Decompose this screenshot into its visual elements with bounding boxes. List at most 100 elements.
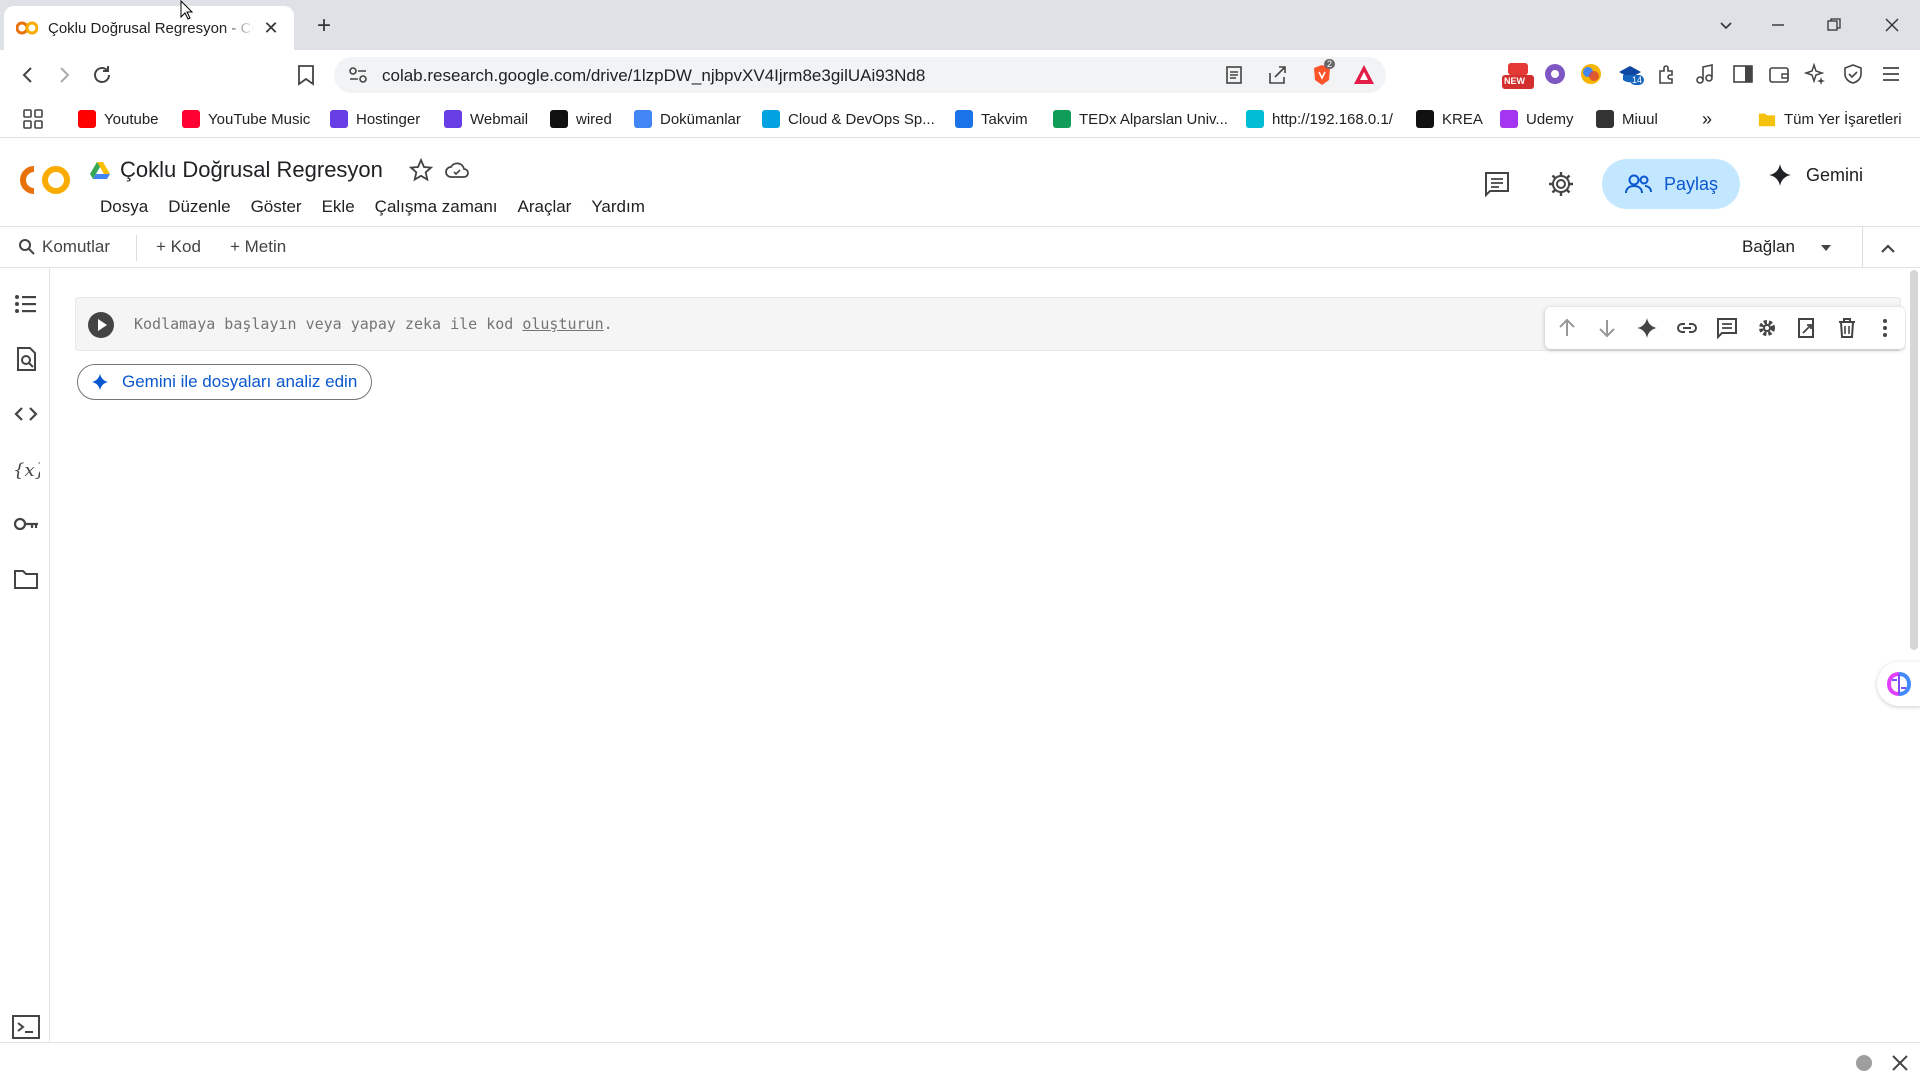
table-of-contents-icon[interactable] — [12, 290, 40, 318]
add-text-button[interactable]: + Metin — [230, 237, 286, 257]
colab-logo-icon[interactable] — [18, 163, 72, 197]
extension-graduation-icon[interactable]: 14 — [1618, 63, 1645, 89]
menu-edit[interactable]: Düzenle — [158, 195, 240, 219]
move-down-icon[interactable] — [1595, 316, 1619, 340]
apps-grid-icon[interactable] — [22, 108, 44, 130]
browser-menu-icon[interactable] — [1880, 63, 1906, 89]
new-tab-button[interactable]: + — [310, 12, 338, 40]
connect-button[interactable]: Bağlan — [1742, 237, 1795, 257]
close-icon[interactable] — [1890, 1053, 1910, 1073]
bookmark-item[interactable]: Hostinger — [330, 108, 420, 130]
menu-tools[interactable]: Araçlar — [508, 195, 582, 219]
chevron-down-icon[interactable] — [1818, 240, 1834, 256]
bookmark-page-icon[interactable] — [292, 61, 320, 89]
menu-insert[interactable]: Ekle — [312, 195, 365, 219]
floating-extension-button[interactable] — [1877, 662, 1920, 706]
leo-ai-icon[interactable] — [1804, 63, 1830, 89]
gemini-button[interactable]: Gemini — [1768, 163, 1863, 187]
generate-code-link[interactable]: oluşturun — [522, 315, 603, 333]
extension-purple-icon[interactable] — [1544, 63, 1570, 89]
bookmark-favicon-icon — [1246, 110, 1264, 128]
find-replace-icon[interactable] — [12, 345, 40, 373]
gemini-label: Gemini — [1806, 164, 1864, 185]
reader-mode-icon[interactable] — [1224, 65, 1244, 85]
google-drive-icon[interactable] — [90, 161, 110, 179]
gemini-sparkle-icon[interactable] — [1635, 316, 1659, 340]
files-folder-icon[interactable] — [12, 565, 40, 593]
notebook-title[interactable]: Çoklu Doğrusal Regresyon — [120, 157, 383, 183]
share-button[interactable]: Paylaş — [1602, 159, 1740, 209]
back-icon[interactable] — [14, 61, 42, 89]
bookmark-item[interactable]: TEDx Alparslan Univ... — [1053, 108, 1228, 130]
gemini-analyze-files-button[interactable]: Gemini ile dosyaları analiz edin — [77, 364, 373, 400]
tab-search-icon[interactable] — [1706, 10, 1746, 40]
brave-shields-icon[interactable]: 2 — [1310, 59, 1336, 87]
scrollbar-thumb[interactable] — [1910, 270, 1918, 650]
share-page-icon[interactable] — [1266, 65, 1288, 85]
sidebar-toggle-icon[interactable] — [1732, 63, 1758, 89]
extensions-puzzle-icon[interactable] — [1656, 63, 1682, 89]
bookmark-item[interactable]: Miuul — [1596, 108, 1658, 130]
extension-color-icon[interactable] — [1580, 63, 1606, 89]
terminal-icon[interactable] — [12, 1015, 40, 1039]
menu-help[interactable]: Yardım — [581, 195, 655, 219]
comment-icon[interactable] — [1715, 316, 1739, 340]
bookmark-item[interactable]: Cloud & DevOps Sp... — [762, 108, 935, 130]
close-tab-icon[interactable]: ✕ — [260, 17, 282, 39]
commands-button[interactable]: Komutlar — [18, 237, 110, 257]
menu-runtime[interactable]: Çalışma zamanı — [365, 195, 508, 219]
bookmark-favicon-icon — [1596, 110, 1614, 128]
site-settings-icon[interactable] — [348, 66, 368, 84]
close-window-button[interactable] — [1872, 10, 1912, 40]
reload-icon[interactable] — [88, 61, 116, 89]
bookmark-item[interactable]: http://192.168.0.1/ — [1246, 108, 1393, 130]
bookmark-item[interactable]: Webmail — [444, 108, 528, 130]
secrets-key-icon[interactable] — [12, 510, 40, 538]
code-cell[interactable]: Kodlamaya başlayın veya yapay zeka ile k… — [75, 297, 1905, 351]
chevron-up-icon[interactable] — [1876, 237, 1900, 261]
vertical-scrollbar[interactable] — [1906, 268, 1920, 1042]
menu-view[interactable]: Göster — [241, 195, 312, 219]
bookmark-label: TEDx Alparslan Univ... — [1079, 110, 1228, 128]
gear-icon[interactable] — [1755, 316, 1779, 340]
comments-icon[interactable] — [1482, 169, 1512, 199]
run-cell-button[interactable] — [88, 312, 114, 338]
variables-icon[interactable]: {x} — [12, 455, 40, 483]
bookmark-item[interactable]: Udemy — [1500, 108, 1574, 130]
move-up-icon[interactable] — [1555, 316, 1579, 340]
bookmarks-overflow-button[interactable]: » — [1702, 108, 1712, 130]
extension-new-icon[interactable]: NEW — [1502, 63, 1534, 89]
gear-icon[interactable] — [1546, 169, 1576, 199]
runtime-status-indicator[interactable] — [1856, 1055, 1872, 1071]
bookmark-favicon-icon — [762, 110, 780, 128]
all-bookmarks-folder[interactable]: Tüm Yer İşaretleri — [1758, 108, 1902, 130]
mirror-cell-icon[interactable] — [1795, 316, 1819, 340]
browser-tab[interactable]: Çoklu Doğrusal Regresyon - Colab ✕ — [4, 6, 294, 50]
minimize-button[interactable] — [1758, 10, 1798, 40]
bookmark-item[interactable]: wired — [550, 108, 612, 130]
bookmark-item[interactable]: Youtube — [78, 108, 159, 130]
bookmark-item[interactable]: YouTube Music — [182, 108, 310, 130]
media-controls-icon[interactable] — [1694, 63, 1720, 89]
menu-file[interactable]: Dosya — [90, 195, 158, 219]
brave-rewards-icon[interactable] — [1352, 63, 1376, 87]
delete-icon[interactable] — [1835, 316, 1859, 340]
more-vert-icon[interactable] — [1873, 316, 1897, 340]
code-snippets-icon[interactable] — [12, 400, 40, 428]
add-code-button[interactable]: + Kod — [156, 237, 201, 257]
bookmark-label: http://192.168.0.1/ — [1272, 110, 1393, 128]
link-icon[interactable] — [1675, 316, 1699, 340]
forward-icon[interactable] — [50, 61, 78, 89]
bookmark-item[interactable]: Takvim — [955, 108, 1028, 130]
star-icon[interactable] — [408, 157, 434, 183]
share-label: Paylaş — [1663, 173, 1719, 194]
restore-button[interactable] — [1814, 10, 1854, 40]
colab-header: Çoklu Doğrusal Regresyon Dosya Düzenle G… — [0, 139, 1920, 225]
cloud-saved-icon[interactable] — [444, 157, 470, 183]
address-bar[interactable]: colab.research.google.com/drive/1lzpDW_n… — [334, 57, 1386, 93]
cell-placeholder[interactable]: Kodlamaya başlayın veya yapay zeka ile k… — [134, 315, 613, 333]
bookmark-item[interactable]: KREA — [1416, 108, 1483, 130]
bookmark-item[interactable]: Dokümanlar — [634, 108, 741, 130]
wallet-icon[interactable] — [1768, 63, 1794, 89]
vpn-shield-icon[interactable] — [1842, 63, 1868, 89]
